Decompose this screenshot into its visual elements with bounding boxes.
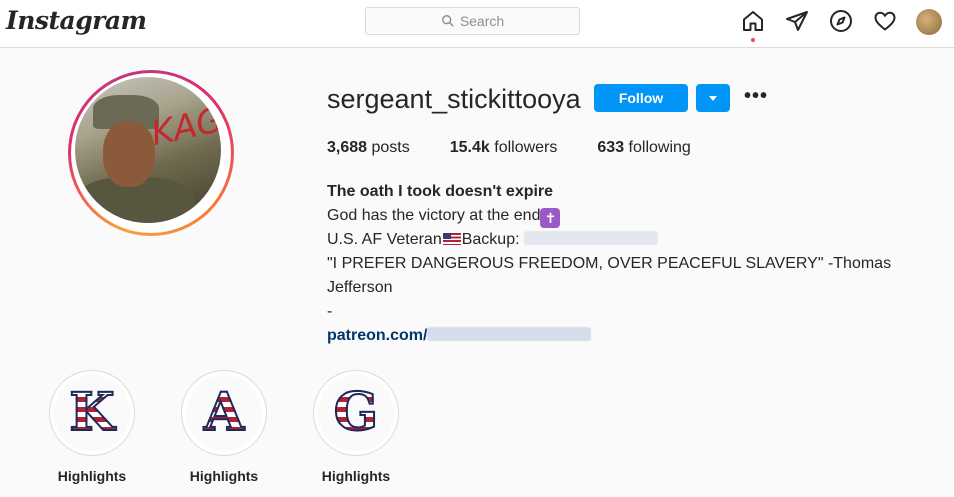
- highlight-label: Highlights: [189, 468, 259, 484]
- posts-stat: 3,688 posts: [327, 139, 410, 156]
- highlight-label: Highlights: [57, 468, 127, 484]
- search-input[interactable]: Search: [365, 7, 580, 35]
- redacted-backup-handle: [524, 231, 658, 245]
- direct-message-icon[interactable]: [785, 9, 809, 33]
- followers-stat[interactable]: 15.4k followers: [450, 139, 558, 157]
- profile-stats: 3,688 posts 15.4k followers 633 followin…: [327, 139, 731, 157]
- bio-dash: -: [327, 303, 333, 320]
- top-navigation-bar: Instagram Search: [0, 0, 954, 48]
- notification-dot: [751, 38, 755, 42]
- story-highlight[interactable]: G Highlights: [313, 370, 399, 484]
- highlight-letter-k-icon: K: [68, 382, 115, 443]
- profile-picture: KAG: [75, 77, 221, 223]
- more-options-icon[interactable]: •••: [744, 86, 768, 106]
- bio-external-link[interactable]: patreon.com/: [327, 324, 942, 348]
- suggested-accounts-dropdown-button[interactable]: [696, 84, 730, 112]
- us-flag-icon: [442, 233, 461, 245]
- search-icon: [441, 15, 454, 27]
- profile-avatar-icon[interactable]: [916, 9, 942, 35]
- story-highlight[interactable]: K Highlights: [49, 370, 135, 484]
- search-placeholder: Search: [459, 13, 505, 29]
- highlight-letter-g-icon: G: [333, 382, 379, 443]
- latin-cross-icon: ✝: [540, 208, 561, 228]
- highlight-cover: G: [313, 370, 399, 456]
- story-highlight[interactable]: A Highlights: [181, 370, 267, 484]
- home-icon[interactable]: [741, 9, 765, 33]
- bio-quote: "I PREFER DANGEROUS FREEDOM, OVER PEACEF…: [327, 255, 892, 296]
- bio-line: U.S. AF Veteran Backup:: [327, 228, 942, 252]
- chevron-down-icon: [709, 95, 717, 101]
- highlight-letter-a-icon: A: [203, 382, 245, 443]
- instagram-logo[interactable]: Instagram: [6, 6, 147, 35]
- highlight-label: Highlights: [321, 468, 391, 484]
- follow-button[interactable]: Follow: [594, 84, 688, 112]
- activity-heart-icon[interactable]: [873, 9, 897, 33]
- highlight-cover: K: [49, 370, 135, 456]
- explore-compass-icon[interactable]: [829, 9, 853, 33]
- redacted-link-path: [427, 327, 592, 341]
- following-stat[interactable]: 633 following: [597, 139, 690, 157]
- profile-picture-story-ring[interactable]: KAG: [68, 70, 234, 236]
- bio-line: God has the victory at the end ✝: [327, 204, 942, 228]
- profile-username: sergeant_stickittooya: [327, 84, 581, 114]
- highlight-cover: A: [181, 370, 267, 456]
- bio-name: The oath I took doesn't expire: [327, 183, 554, 200]
- profile-bio: The oath I took doesn't expire God has t…: [327, 180, 942, 348]
